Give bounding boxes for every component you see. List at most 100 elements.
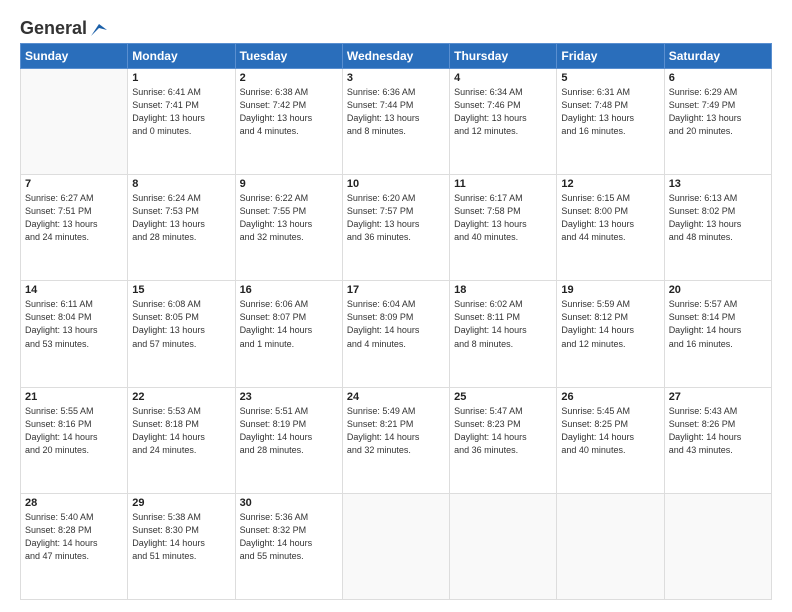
calendar-cell: 29 Sunrise: 5:38 AMSunset: 8:30 PMDayligh… — [128, 493, 235, 599]
day-number: 21 — [25, 391, 123, 403]
calendar-cell: 18 Sunrise: 6:02 AMSunset: 8:11 PMDayligh… — [450, 281, 557, 387]
day-number: 18 — [454, 284, 552, 296]
day-number: 20 — [669, 284, 767, 296]
logo-general: General — [20, 18, 87, 39]
day-number: 30 — [240, 497, 338, 509]
calendar-cell: 25Sunrise: 5:47 AMSunset: 8:23 PMDayligh… — [450, 387, 557, 493]
day-number: 29 — [132, 497, 230, 509]
calendar-cell: 14 Sunrise: 6:11 AMSunset: 8:04 PMDayligh… — [21, 281, 128, 387]
calendar-cell: 28 Sunrise: 5:40 AMSunset: 8:28 PMDayligh… — [21, 493, 128, 599]
calendar-table: SundayMondayTuesdayWednesdayThursdayFrid… — [20, 43, 772, 600]
page: General SundayMondayTuesdayWednesdayThur… — [0, 0, 792, 612]
calendar-cell: 22 Sunrise: 5:53 AMSunset: 8:18 PMDayligh… — [128, 387, 235, 493]
day-number: 1 — [132, 72, 230, 84]
calendar-cell: 24 Sunrise: 5:49 AMSunset: 8:21 PMDayligh… — [342, 387, 449, 493]
calendar-cell: 11 Sunrise: 6:17 AMSunset: 7:58 PMDayligh… — [450, 175, 557, 281]
day-number: 12 — [561, 178, 659, 190]
day-number: 9 — [240, 178, 338, 190]
weekday-header: Thursday — [450, 44, 557, 69]
day-number: 15 — [132, 284, 230, 296]
calendar-cell — [450, 493, 557, 599]
calendar-cell: 30 Sunrise: 5:36 AMSunset: 8:32 PMDayligh… — [235, 493, 342, 599]
day-number: 11 — [454, 178, 552, 190]
day-info: Sunrise: 6:11 AMSunset: 8:04 PMDaylight:… — [25, 298, 123, 350]
day-number: 5 — [561, 72, 659, 84]
day-info: Sunrise: 5:49 AMSunset: 8:21 PMDaylight:… — [347, 405, 445, 457]
day-number: 19 — [561, 284, 659, 296]
day-info: Sunrise: 6:41 AMSunset: 7:41 PMDaylight:… — [132, 86, 230, 138]
day-number: 2 — [240, 72, 338, 84]
calendar-cell: 13 Sunrise: 6:13 AMSunset: 8:02 PMDayligh… — [664, 175, 771, 281]
calendar-cell: 3 Sunrise: 6:36 AMSunset: 7:44 PMDaylight… — [342, 69, 449, 175]
day-info: Sunrise: 6:29 AMSunset: 7:49 PMDaylight:… — [669, 86, 767, 138]
day-info: Sunrise: 6:20 AMSunset: 7:57 PMDaylight:… — [347, 192, 445, 244]
weekday-header: Friday — [557, 44, 664, 69]
day-info: Sunrise: 6:04 AMSunset: 8:09 PMDaylight:… — [347, 298, 445, 350]
day-info: Sunrise: 6:38 AMSunset: 7:42 PMDaylight:… — [240, 86, 338, 138]
day-info: Sunrise: 5:36 AMSunset: 8:32 PMDaylight:… — [240, 511, 338, 563]
day-info: Sunrise: 6:08 AMSunset: 8:05 PMDaylight:… — [132, 298, 230, 350]
calendar-row: 7Sunrise: 6:27 AMSunset: 7:51 PMDaylight… — [21, 175, 772, 281]
calendar-cell: 2 Sunrise: 6:38 AMSunset: 7:42 PMDaylight… — [235, 69, 342, 175]
day-number: 13 — [669, 178, 767, 190]
day-info: Sunrise: 5:53 AMSunset: 8:18 PMDaylight:… — [132, 405, 230, 457]
day-number: 6 — [669, 72, 767, 84]
logo: General — [20, 18, 107, 35]
calendar-cell: 7Sunrise: 6:27 AMSunset: 7:51 PMDaylight… — [21, 175, 128, 281]
calendar-cell: 21 Sunrise: 5:55 AMSunset: 8:16 PMDayligh… — [21, 387, 128, 493]
calendar-cell: 16 Sunrise: 6:06 AMSunset: 8:07 PMDayligh… — [235, 281, 342, 387]
calendar-cell: 26Sunrise: 5:45 AMSunset: 8:25 PMDayligh… — [557, 387, 664, 493]
day-number: 25 — [454, 391, 552, 403]
calendar-cell: 17 Sunrise: 6:04 AMSunset: 8:09 PMDayligh… — [342, 281, 449, 387]
weekday-header: Sunday — [21, 44, 128, 69]
day-number: 28 — [25, 497, 123, 509]
day-info: Sunrise: 6:22 AMSunset: 7:55 PMDaylight:… — [240, 192, 338, 244]
day-info: Sunrise: 5:38 AMSunset: 8:30 PMDaylight:… — [132, 511, 230, 563]
day-info: Sunrise: 6:27 AMSunset: 7:51 PMDaylight:… — [25, 192, 123, 244]
day-info: Sunrise: 5:40 AMSunset: 8:28 PMDaylight:… — [25, 511, 123, 563]
day-number: 22 — [132, 391, 230, 403]
day-number: 14 — [25, 284, 123, 296]
day-info: Sunrise: 6:06 AMSunset: 8:07 PMDaylight:… — [240, 298, 338, 350]
day-number: 27 — [669, 391, 767, 403]
day-info: Sunrise: 5:51 AMSunset: 8:19 PMDaylight:… — [240, 405, 338, 457]
calendar-cell: 15 Sunrise: 6:08 AMSunset: 8:05 PMDayligh… — [128, 281, 235, 387]
calendar-cell: 6 Sunrise: 6:29 AMSunset: 7:49 PMDaylight… — [664, 69, 771, 175]
weekday-header: Tuesday — [235, 44, 342, 69]
day-info: Sunrise: 6:15 AMSunset: 8:00 PMDaylight:… — [561, 192, 659, 244]
calendar-cell: 1 Sunrise: 6:41 AMSunset: 7:41 PMDaylight… — [128, 69, 235, 175]
calendar-cell — [342, 493, 449, 599]
calendar-cell: 12 Sunrise: 6:15 AMSunset: 8:00 PMDayligh… — [557, 175, 664, 281]
logo-bird-icon — [89, 20, 107, 38]
day-info: Sunrise: 5:55 AMSunset: 8:16 PMDaylight:… — [25, 405, 123, 457]
day-number: 3 — [347, 72, 445, 84]
calendar-cell: 8 Sunrise: 6:24 AMSunset: 7:53 PMDaylight… — [128, 175, 235, 281]
day-info: Sunrise: 6:17 AMSunset: 7:58 PMDaylight:… — [454, 192, 552, 244]
day-number: 17 — [347, 284, 445, 296]
day-info: Sunrise: 5:43 AMSunset: 8:26 PMDaylight:… — [669, 405, 767, 457]
day-info: Sunrise: 6:34 AMSunset: 7:46 PMDaylight:… — [454, 86, 552, 138]
day-info: Sunrise: 6:13 AMSunset: 8:02 PMDaylight:… — [669, 192, 767, 244]
day-number: 24 — [347, 391, 445, 403]
calendar-row: 1 Sunrise: 6:41 AMSunset: 7:41 PMDaylight… — [21, 69, 772, 175]
calendar-cell: 27 Sunrise: 5:43 AMSunset: 8:26 PMDayligh… — [664, 387, 771, 493]
day-info: Sunrise: 6:31 AMSunset: 7:48 PMDaylight:… — [561, 86, 659, 138]
weekday-header: Wednesday — [342, 44, 449, 69]
calendar-cell — [557, 493, 664, 599]
weekday-header: Saturday — [664, 44, 771, 69]
day-number: 8 — [132, 178, 230, 190]
calendar-cell: 23Sunrise: 5:51 AMSunset: 8:19 PMDayligh… — [235, 387, 342, 493]
calendar-cell: 19Sunrise: 5:59 AMSunset: 8:12 PMDayligh… — [557, 281, 664, 387]
calendar-row: 21 Sunrise: 5:55 AMSunset: 8:16 PMDayligh… — [21, 387, 772, 493]
day-number: 4 — [454, 72, 552, 84]
calendar-row: 14 Sunrise: 6:11 AMSunset: 8:04 PMDayligh… — [21, 281, 772, 387]
calendar-cell — [21, 69, 128, 175]
calendar-header-row: SundayMondayTuesdayWednesdayThursdayFrid… — [21, 44, 772, 69]
day-info: Sunrise: 6:02 AMSunset: 8:11 PMDaylight:… — [454, 298, 552, 350]
calendar-cell — [664, 493, 771, 599]
day-number: 16 — [240, 284, 338, 296]
day-info: Sunrise: 5:57 AMSunset: 8:14 PMDaylight:… — [669, 298, 767, 350]
day-info: Sunrise: 6:36 AMSunset: 7:44 PMDaylight:… — [347, 86, 445, 138]
weekday-header: Monday — [128, 44, 235, 69]
day-info: Sunrise: 6:24 AMSunset: 7:53 PMDaylight:… — [132, 192, 230, 244]
